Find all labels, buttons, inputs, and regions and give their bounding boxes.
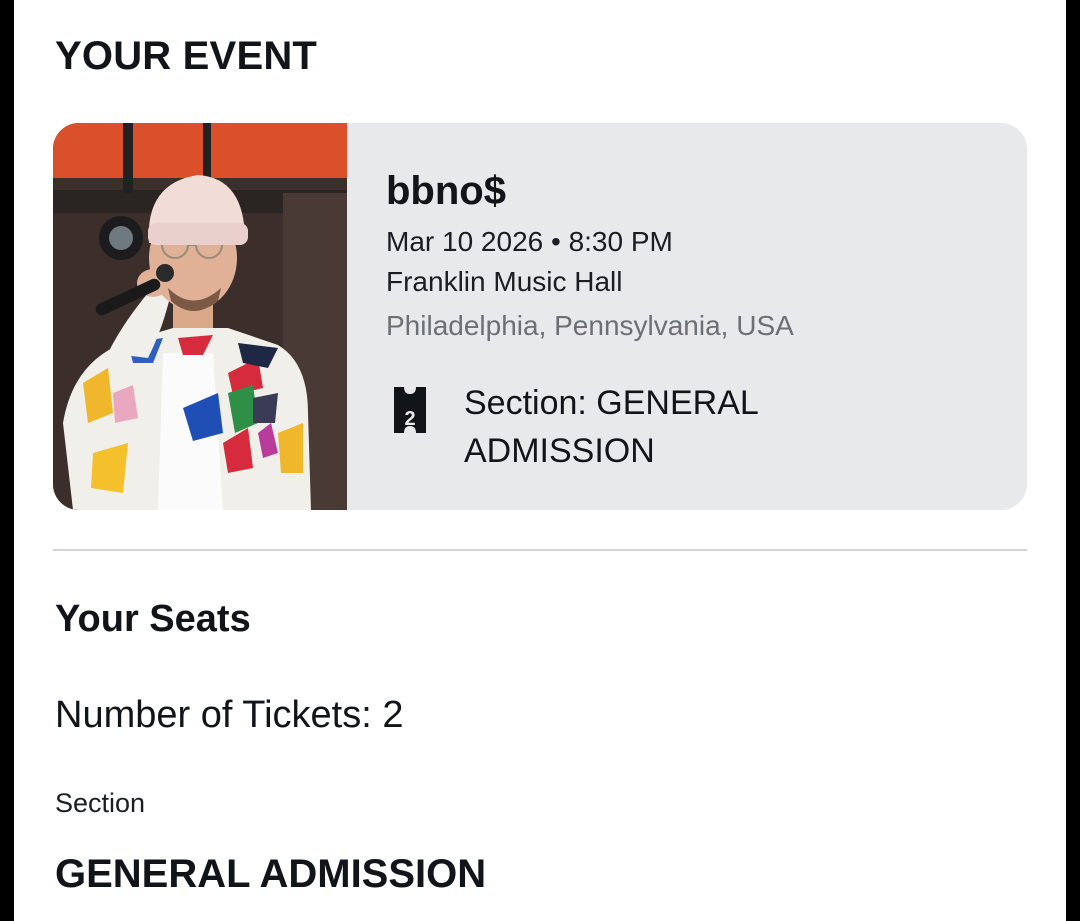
event-details: bbno$ Mar 10 2026 • 8:30 PM Franklin Mus… <box>386 167 997 345</box>
artist-name: bbno$ <box>386 169 506 213</box>
number-of-tickets: Number of Tickets: 2 <box>55 694 404 736</box>
event-card[interactable]: bbno$ Mar 10 2026 • 8:30 PM Franklin Mus… <box>53 123 1027 510</box>
screen-edge-right <box>1066 0 1080 921</box>
ticket-icon-number: 2 <box>404 408 415 430</box>
section-label: Section <box>55 788 146 818</box>
your-event-heading: YOUR EVENT <box>55 34 318 78</box>
event-section-line-2: ADMISSION <box>464 432 655 470</box>
venue-name: Franklin Music Hall <box>386 266 623 297</box>
section-value: GENERAL ADMISSION <box>55 852 487 896</box>
event-section-row: 2 Section: GENERAL ADMISSION <box>386 379 826 475</box>
divider <box>53 549 1027 551</box>
event-section-text: Section: GENERAL ADMISSION <box>464 379 759 475</box>
artist-photo <box>53 123 347 510</box>
ticket-icon: 2 <box>394 387 426 433</box>
venue-location: Philadelphia, Pennsylvania, USA <box>386 310 794 341</box>
your-seats-heading: Your Seats <box>55 598 251 640</box>
event-datetime: Mar 10 2026 • 8:30 PM <box>386 226 673 257</box>
screen-edge-left <box>0 0 14 921</box>
event-section-line-1: Section: GENERAL <box>464 384 759 422</box>
